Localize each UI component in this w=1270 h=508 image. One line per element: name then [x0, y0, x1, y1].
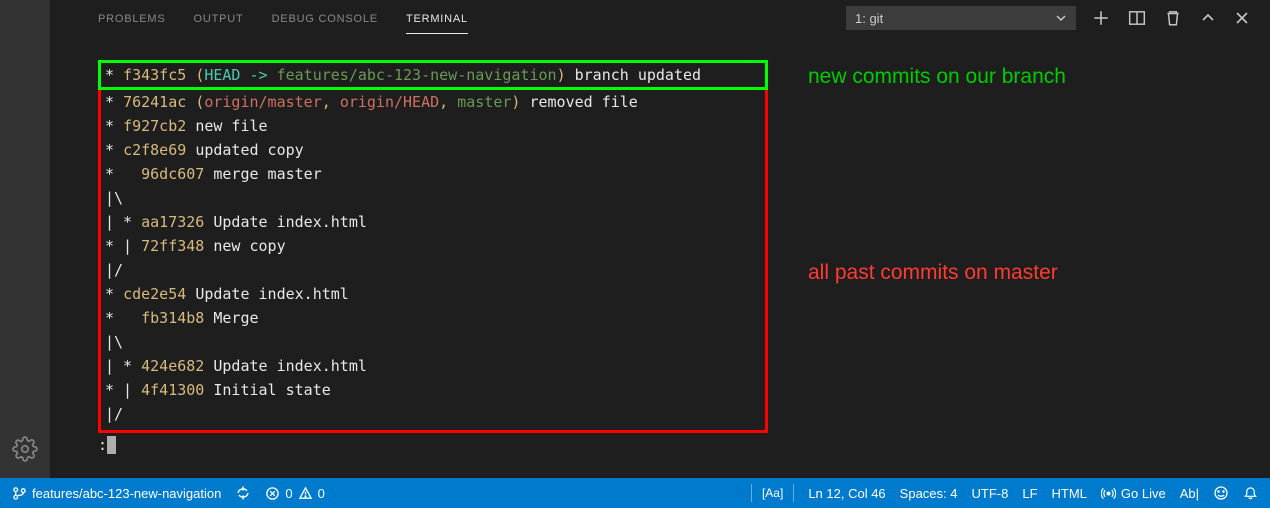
- new-terminal-icon[interactable]: [1092, 9, 1110, 27]
- status-cursor-position[interactable]: Ln 12, Col 46: [808, 486, 885, 501]
- sync-icon: [235, 485, 251, 501]
- status-indentation[interactable]: Spaces: 4: [900, 486, 958, 501]
- split-terminal-icon[interactable]: [1128, 9, 1146, 27]
- log-line: |/: [105, 258, 761, 282]
- highlight-new-commits: * f343fc5 (HEAD -> features/abc-123-new-…: [98, 60, 768, 90]
- bell-icon: [1243, 486, 1258, 501]
- gear-icon[interactable]: [12, 436, 38, 462]
- log-line: |\: [105, 186, 761, 210]
- close-panel-icon[interactable]: [1234, 10, 1250, 26]
- highlight-past-commits: * 76241ac (origin/master, origin/HEAD, m…: [98, 90, 768, 433]
- status-encoding[interactable]: UTF-8: [972, 486, 1009, 501]
- annotations: new commits on our branch all past commi…: [808, 60, 1250, 478]
- status-branch[interactable]: features/abc-123-new-navigation: [12, 486, 221, 501]
- terminal-selector-value: 1: git: [855, 11, 1055, 26]
- status-problems[interactable]: 0 0: [265, 486, 324, 501]
- log-line: * c2f8e69 updated copy: [105, 138, 761, 162]
- status-spellcheck[interactable]: Ab|: [1180, 486, 1199, 501]
- log-line: |\: [105, 330, 761, 354]
- broadcast-icon: [1101, 486, 1116, 501]
- tab-output[interactable]: OUTPUT: [194, 3, 244, 34]
- error-icon: [265, 486, 280, 501]
- log-line: * 96dc607 merge master: [105, 162, 761, 186]
- annotation-past-commits: all past commits on master: [808, 260, 1250, 286]
- status-language[interactable]: HTML: [1052, 486, 1087, 501]
- status-eol[interactable]: LF: [1022, 486, 1037, 501]
- panel: PROBLEMS OUTPUT DEBUG CONSOLE TERMINAL 1…: [50, 0, 1270, 478]
- status-case-sensitive[interactable]: [Aa]: [751, 484, 794, 502]
- warning-icon: [298, 486, 313, 501]
- panel-tabs: PROBLEMS OUTPUT DEBUG CONSOLE TERMINAL: [98, 3, 468, 34]
- feedback-icon: [1213, 485, 1229, 501]
- log-line: |/: [105, 402, 761, 426]
- log-line: * fb314b8 Merge: [105, 306, 761, 330]
- log-line: * | 4f41300 Initial state: [105, 378, 761, 402]
- panel-header: PROBLEMS OUTPUT DEBUG CONSOLE TERMINAL 1…: [50, 0, 1270, 36]
- panel-actions: [1092, 9, 1250, 27]
- annotation-new-commits: new commits on our branch: [808, 64, 1250, 90]
- tab-problems[interactable]: PROBLEMS: [98, 3, 166, 34]
- status-golive[interactable]: Go Live: [1101, 486, 1166, 501]
- status-branch-name: features/abc-123-new-navigation: [32, 486, 221, 501]
- log-line: * cde2e54 Update index.html: [105, 282, 761, 306]
- status-feedback[interactable]: [1213, 485, 1229, 501]
- pager-prompt: :: [98, 433, 768, 457]
- branch-icon: [12, 486, 27, 501]
- status-notifications[interactable]: [1243, 486, 1258, 501]
- terminal-selector[interactable]: 1: git: [846, 6, 1076, 30]
- tab-debug-console[interactable]: DEBUG CONSOLE: [272, 3, 378, 34]
- log-line: * | 72ff348 new copy: [105, 234, 761, 258]
- log-line: * f927cb2 new file: [105, 114, 761, 138]
- trash-icon[interactable]: [1164, 9, 1182, 27]
- activity-bar: [0, 0, 50, 478]
- log-line: | * aa17326 Update index.html: [105, 210, 761, 234]
- terminal-body[interactable]: * f343fc5 (HEAD -> features/abc-123-new-…: [50, 36, 1270, 478]
- chevron-down-icon: [1055, 12, 1067, 24]
- status-sync[interactable]: [235, 485, 251, 501]
- status-bar: features/abc-123-new-navigation 0 0 [Aa]…: [0, 478, 1270, 508]
- log-line: * 76241ac (origin/master, origin/HEAD, m…: [105, 90, 761, 114]
- maximize-panel-icon[interactable]: [1200, 10, 1216, 26]
- git-log-output: * f343fc5 (HEAD -> features/abc-123-new-…: [98, 60, 768, 478]
- terminal-cursor: [107, 436, 116, 454]
- tab-terminal[interactable]: TERMINAL: [406, 3, 468, 34]
- log-line: * f343fc5 (HEAD -> features/abc-123-new-…: [105, 63, 761, 87]
- log-line: | * 424e682 Update index.html: [105, 354, 761, 378]
